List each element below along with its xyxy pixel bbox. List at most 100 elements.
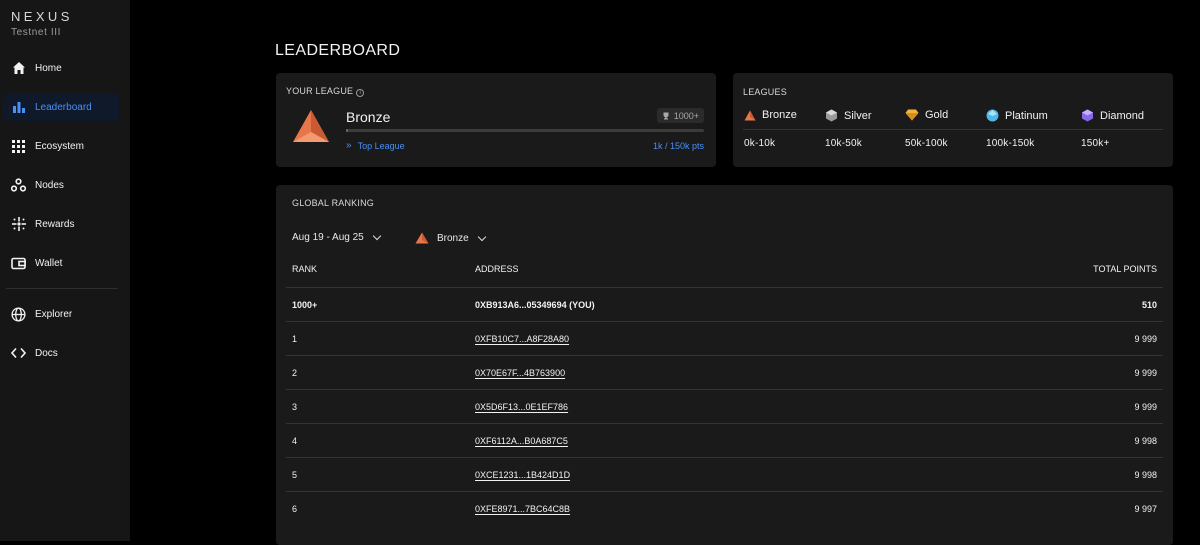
league-range-bronze: 0k-10k (744, 138, 776, 149)
brand-name: NEXUS (11, 9, 73, 24)
sidebar-item-nodes[interactable]: Nodes (3, 171, 119, 199)
table-row: 1 0XFB10C7...A8F28A80 9 999 (286, 321, 1163, 355)
league-item-label: Bronze (762, 109, 797, 121)
sidebar-item-rewards[interactable]: Rewards (3, 210, 119, 238)
sidebar-item-label: Home (35, 62, 62, 74)
points-cell: 9 998 (1134, 436, 1157, 446)
sidebar-item-label: Rewards (35, 218, 75, 230)
sidebar-item-ecosystem[interactable]: Ecosystem (3, 132, 119, 160)
rank-cell: 5 (292, 470, 298, 480)
league-progress-fill (346, 129, 349, 132)
ranking-table: 1000+ 0XB913A6...05349694 (YOU) 510 1 0X… (286, 287, 1163, 525)
points-cell: 9 999 (1134, 368, 1157, 378)
platinum-gem-icon (986, 109, 999, 122)
address-link[interactable]: 0XF6112A...B0A687C5 (475, 436, 568, 446)
your-league-label-text: YOUR LEAGUE (286, 86, 354, 96)
leagues-divider (743, 129, 1163, 130)
your-league-label: YOUR LEAGUE i (286, 86, 365, 97)
rank-cell: 1 (292, 334, 298, 344)
diamond-gem-icon (1082, 109, 1093, 122)
points-cell: 510 (1141, 300, 1157, 310)
column-header-total-points[interactable]: TOTAL POINTS (1093, 264, 1157, 274)
table-row: 3 0X5D6F13...0E1EF786 9 999 (286, 389, 1163, 423)
brand: NEXUS Testnet III (11, 9, 73, 38)
info-icon[interactable]: i (356, 89, 365, 97)
league-item-silver: Silver (825, 109, 872, 122)
address-cell: 0XB913A6...05349694 (YOU) (475, 300, 595, 310)
sidebar-item-docs[interactable]: Docs (3, 339, 119, 367)
points-cell: 9 997 (1134, 504, 1157, 514)
league-item-label: Silver (844, 109, 872, 122)
grid-icon (11, 139, 26, 154)
points-cell: 9 999 (1134, 402, 1157, 412)
league-progress-bar (346, 129, 704, 132)
sidebar-item-label: Explorer (35, 308, 73, 320)
top-league-link[interactable]: » Top League (346, 140, 405, 151)
sidebar-item-label: Ecosystem (35, 140, 84, 152)
league-range-platinum: 100k-150k (986, 138, 1035, 149)
top-league-link-text: Top League (357, 140, 405, 151)
sidebar-item-home[interactable]: Home (3, 54, 119, 82)
table-row: 5 0XCE1231...1B424D1D 9 998 (286, 457, 1163, 491)
league-filter-dropdown[interactable]: Bronze (415, 232, 486, 244)
league-item-label: Platinum (1005, 109, 1048, 122)
sidebar-item-leaderboard[interactable]: Leaderboard (3, 93, 119, 121)
sparkle-icon (11, 217, 26, 232)
address-link[interactable]: 0X5D6F13...0E1EF786 (475, 402, 568, 412)
bar-chart-icon (11, 100, 26, 115)
league-range-gold: 50k-100k (905, 138, 948, 149)
league-item-diamond: Diamond (1081, 109, 1144, 122)
sidebar-item-label: Leaderboard (35, 101, 92, 113)
address-link[interactable]: 0XFE8971...7BC64C8B (475, 504, 570, 514)
your-league-card: YOUR LEAGUE i Bronze 1000+ » Top League 1… (276, 73, 716, 167)
rank-cell: 2 (292, 368, 298, 378)
leagues-card: LEAGUES Bronze Silver Gold Platinum Diam… (733, 73, 1173, 167)
column-header-rank[interactable]: RANK (292, 264, 317, 274)
table-row: 4 0XF6112A...B0A687C5 9 998 (286, 423, 1163, 457)
points-cell: 9 999 (1134, 334, 1157, 344)
league-item-bronze: Bronze (744, 109, 797, 121)
league-range-diamond: 150k+ (1081, 138, 1110, 149)
rank-cell: 4 (292, 436, 298, 446)
league-filter-value: Bronze (437, 232, 469, 244)
league-range-silver: 10k-50k (825, 138, 862, 149)
brand-subtitle: Testnet III (11, 27, 61, 38)
league-item-gold: Gold (905, 109, 948, 121)
bronze-league-icon (293, 110, 329, 142)
rank-cell: 1000+ (292, 300, 318, 310)
sidebar-divider (6, 288, 118, 289)
league-item-label: Diamond (1100, 109, 1145, 122)
date-range-value: Aug 19 - Aug 25 (292, 232, 364, 243)
gold-gem-icon (905, 109, 919, 121)
address-link[interactable]: 0X70E67F...4B763900 (475, 368, 565, 378)
sidebar-item-explorer[interactable]: Explorer (3, 300, 119, 328)
chevron-down-icon (372, 231, 381, 241)
global-ranking-card: GLOBAL RANKING Aug 19 - Aug 25 Bronze RA… (276, 185, 1173, 545)
points-cell: 9 998 (1134, 470, 1157, 480)
sidebar-item-label: Nodes (35, 179, 64, 191)
date-range-dropdown[interactable]: Aug 19 - Aug 25 (292, 231, 381, 243)
league-name: Bronze (346, 109, 391, 125)
wallet-icon (11, 256, 26, 271)
sidebar: NEXUS Testnet III Home Leaderboard Ecosy… (0, 0, 130, 541)
leagues-label: LEAGUES (743, 87, 787, 97)
silver-gem-icon (826, 109, 837, 122)
address-link[interactable]: 0XFB10C7...A8F28A80 (475, 334, 569, 344)
table-row: 2 0X70E67F...4B763900 9 999 (286, 355, 1163, 389)
rank-badge: 1000+ (656, 108, 704, 123)
league-item-label: Gold (925, 109, 949, 121)
column-header-address[interactable]: ADDRESS (475, 264, 519, 274)
rank-badge-text: 1000+ (673, 110, 699, 121)
trophy-icon (663, 112, 669, 119)
nodes-icon (11, 178, 26, 193)
sidebar-item-wallet[interactable]: Wallet (3, 249, 119, 277)
page-title: LEADERBOARD (275, 42, 401, 59)
bronze-triangle-icon (415, 232, 429, 244)
table-row-you: 1000+ 0XB913A6...05349694 (YOU) 510 (286, 287, 1163, 321)
double-chevron-right-icon: » (346, 140, 352, 151)
address-link[interactable]: 0XCE1231...1B424D1D (475, 470, 570, 480)
globe-icon (11, 306, 26, 322)
rank-cell: 6 (292, 504, 298, 514)
chevron-down-icon (477, 232, 486, 241)
rank-cell: 3 (292, 402, 298, 412)
